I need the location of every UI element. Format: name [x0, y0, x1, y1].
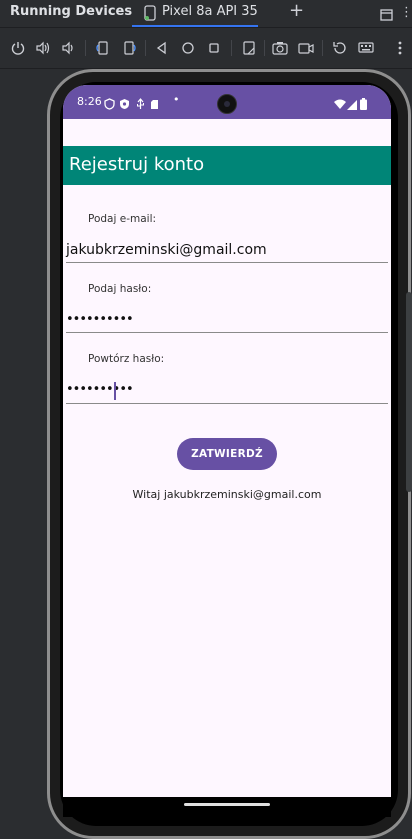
device-toolbar: [0, 28, 412, 69]
text-cursor: [114, 382, 116, 400]
record-icon[interactable]: [298, 40, 314, 56]
status-bar: 8:26 •: [63, 85, 391, 119]
sd-card-icon: [150, 95, 159, 114]
panel-scrollbar[interactable]: [406, 292, 412, 492]
toolbar-divider: [264, 40, 265, 56]
wifi-icon: [334, 95, 346, 114]
email-value: jakubkrzeminski@gmail.com: [66, 242, 267, 258]
status-time: 8:26: [77, 95, 102, 108]
front-camera: [217, 94, 237, 114]
more-options-icon[interactable]: ⋮: [400, 5, 412, 20]
battery-icon: [360, 95, 367, 114]
tab-pixel-8a[interactable]: Pixel 8a API 35: [132, 0, 258, 27]
tab-label: Pixel 8a API 35: [162, 4, 258, 19]
rotate-right-icon[interactable]: [121, 40, 137, 56]
repeat-password-label: Powtórz hasło:: [88, 353, 165, 365]
running-devices-title: Running Devices: [10, 4, 133, 19]
screenshot-icon[interactable]: [272, 40, 288, 56]
shield-icon: [104, 95, 115, 114]
home-icon[interactable]: [180, 40, 196, 56]
fold-icon[interactable]: [241, 40, 257, 56]
home-gesture-handle[interactable]: [184, 803, 270, 806]
password-label: Podaj hasło:: [88, 283, 152, 295]
toolbar-divider: [322, 40, 323, 56]
volume-down-icon[interactable]: [60, 40, 76, 56]
back-icon[interactable]: [154, 40, 170, 56]
toolbar-divider: [231, 40, 232, 56]
more-icon[interactable]: [392, 40, 408, 56]
device-screen[interactable]: 8:26 • Rejestruj konto Podaj e-mail: jak…: [63, 85, 391, 797]
toolbar-divider: [85, 40, 86, 56]
security-shield-icon: [119, 95, 130, 114]
ide-tab-bar: Running Devices Pixel 8a API 35 + ⋮: [0, 0, 412, 28]
navigation-bar: [63, 797, 391, 817]
email-label: Podaj e-mail:: [88, 213, 157, 225]
app-title: Rejestruj konto: [69, 154, 205, 175]
power-icon[interactable]: [10, 40, 26, 56]
rotate-left-icon[interactable]: [95, 40, 111, 56]
new-tab-button[interactable]: +: [289, 1, 304, 21]
signal-icon: [347, 95, 357, 114]
window-layout-icon[interactable]: [380, 6, 393, 25]
confirm-button[interactable]: ZATWIERDŹ: [177, 438, 277, 470]
reset-icon[interactable]: [332, 40, 348, 56]
app-bar: Rejestruj konto: [63, 146, 391, 185]
phone-icon: [144, 5, 156, 25]
volume-up-icon[interactable]: [35, 40, 51, 56]
overview-icon[interactable]: [206, 40, 222, 56]
usb-icon: [136, 95, 145, 114]
repeat-password-value: ••••••••••: [66, 382, 134, 397]
notification-dot: •: [173, 93, 180, 106]
system-band: [63, 119, 391, 146]
keyboard-icon[interactable]: [358, 40, 374, 56]
welcome-message: Witaj jakubkrzeminski@gmail.com: [132, 488, 322, 501]
toolbar-divider: [145, 40, 146, 56]
password-value: ••••••••••: [66, 312, 134, 327]
